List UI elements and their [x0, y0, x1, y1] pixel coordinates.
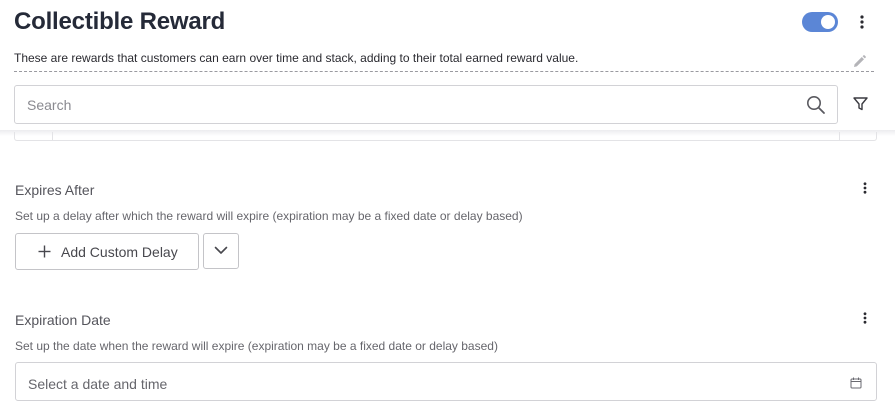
expires-after-more-icon[interactable] [857, 180, 873, 196]
search-icon[interactable] [806, 95, 826, 120]
description-text: These are rewards that customers can ear… [14, 51, 579, 65]
description-field[interactable]: These are rewards that customers can ear… [14, 50, 874, 72]
chevron-down-icon [214, 242, 228, 260]
date-placeholder: Select a date and time [28, 376, 168, 392]
toggle-knob [821, 15, 835, 29]
header-more-icon[interactable] [854, 14, 870, 30]
page-title: Collectible Reward [14, 8, 226, 35]
add-custom-delay-button[interactable]: Add Custom Delay [15, 233, 199, 270]
enabled-toggle[interactable] [802, 12, 838, 32]
add-custom-delay-label: Add Custom Delay [61, 243, 178, 260]
calendar-icon[interactable] [850, 376, 862, 394]
expires-after-title: Expires After [15, 182, 95, 198]
plus-icon [38, 245, 51, 258]
search-box[interactable] [14, 85, 838, 124]
pencil-icon[interactable] [853, 55, 866, 73]
partial-row [14, 132, 877, 141]
expires-after-help: Set up a delay after which the reward wi… [15, 209, 523, 223]
search-input[interactable] [15, 86, 795, 123]
expiration-date-help: Set up the date when the reward will exp… [15, 339, 498, 353]
expiration-date-title: Expiration Date [15, 312, 111, 328]
delay-options-dropdown[interactable] [203, 233, 239, 269]
expiration-date-more-icon[interactable] [857, 310, 873, 326]
filter-icon[interactable] [853, 97, 868, 116]
date-time-picker[interactable]: Select a date and time [15, 362, 877, 401]
